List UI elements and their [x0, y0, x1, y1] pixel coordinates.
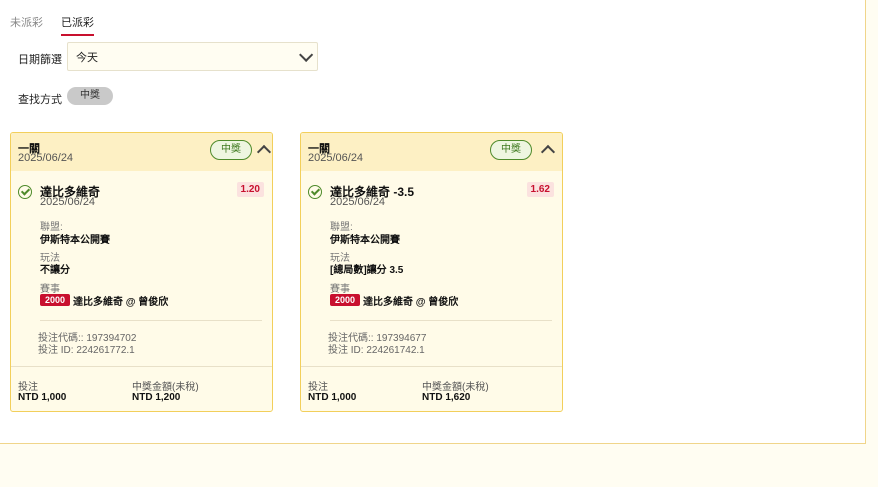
divider — [40, 320, 262, 321]
divider — [301, 366, 562, 367]
event-number-badge: 2000 — [330, 294, 361, 306]
date-filter-value: 今天 — [76, 51, 98, 64]
event-number-badge: 2000 — [40, 294, 71, 306]
date-filter-select[interactable]: 今天 — [67, 42, 318, 71]
event-label: 賽事 — [330, 284, 350, 295]
bet-card: 一關 2025/06/24 中獎 達比多維奇 -3.5 2025/06/24 1… — [300, 132, 563, 412]
chevron-up-icon[interactable] — [256, 144, 272, 160]
search-mode-label: 查找方式 — [18, 94, 62, 106]
date-filter-label: 日期篩選 — [18, 54, 62, 66]
stake-label: 投注 — [308, 382, 328, 393]
check-circle-icon — [308, 185, 322, 199]
tab-unsettled[interactable]: 未派彩 — [10, 14, 43, 36]
selection-date: 2025/06/24 — [40, 196, 96, 208]
bet-date: 2025/06/24 — [308, 152, 364, 164]
divider — [330, 320, 552, 321]
settled-bets-panel: 未派彩 已派彩 日期篩選 今天 查找方式 中獎 一關 2025/06/24 中獎… — [0, 0, 866, 444]
market-value: [總局數]讓分 3.5 — [330, 265, 404, 276]
bet-card-header[interactable]: 一關 2025/06/24 中獎 — [11, 133, 272, 171]
bet-id: 投注 ID: 224261772.1 — [38, 345, 135, 356]
stake-value: NTD 1,000 — [18, 392, 67, 403]
selection-date: 2025/06/24 — [330, 196, 386, 208]
status-badge: 中獎 — [490, 140, 532, 160]
odds-badge: 1.20 — [236, 182, 264, 197]
divider — [11, 366, 272, 367]
bet-id: 投注 ID: 224261742.1 — [328, 345, 425, 356]
league-value: 伊斯特本公開賽 — [330, 235, 400, 246]
winnings-label: 中獎金額(未稅) — [422, 382, 489, 393]
search-mode-pill[interactable]: 中獎 — [67, 87, 113, 105]
market-value: 不讓分 — [40, 265, 70, 276]
winnings-value: NTD 1,200 — [132, 392, 181, 403]
event-label: 賽事 — [40, 284, 60, 295]
tab-settled[interactable]: 已派彩 — [61, 14, 94, 36]
winnings-label: 中獎金額(未稅) — [132, 382, 199, 393]
bet-date: 2025/06/24 — [18, 152, 74, 164]
chevron-down-icon — [299, 47, 314, 62]
winnings-value: NTD 1,620 — [422, 392, 471, 403]
status-badge: 中獎 — [210, 140, 252, 160]
league-value: 伊斯特本公開賽 — [40, 235, 110, 246]
bet-card-header[interactable]: 一關 2025/06/24 中獎 — [301, 133, 562, 171]
check-circle-icon — [18, 185, 32, 199]
chevron-up-icon[interactable] — [540, 144, 556, 160]
stake-value: NTD 1,000 — [308, 392, 357, 403]
odds-badge: 1.62 — [526, 182, 554, 197]
bet-card: 一關 2025/06/24 中獎 達比多維奇 2025/06/24 1.20 聯… — [10, 132, 273, 412]
tab-bar: 未派彩 已派彩 — [10, 14, 94, 36]
event-name: 達比多維奇 @ 曾俊欣 — [363, 297, 459, 308]
event-name: 達比多維奇 @ 曾俊欣 — [73, 297, 169, 308]
stake-label: 投注 — [18, 382, 38, 393]
